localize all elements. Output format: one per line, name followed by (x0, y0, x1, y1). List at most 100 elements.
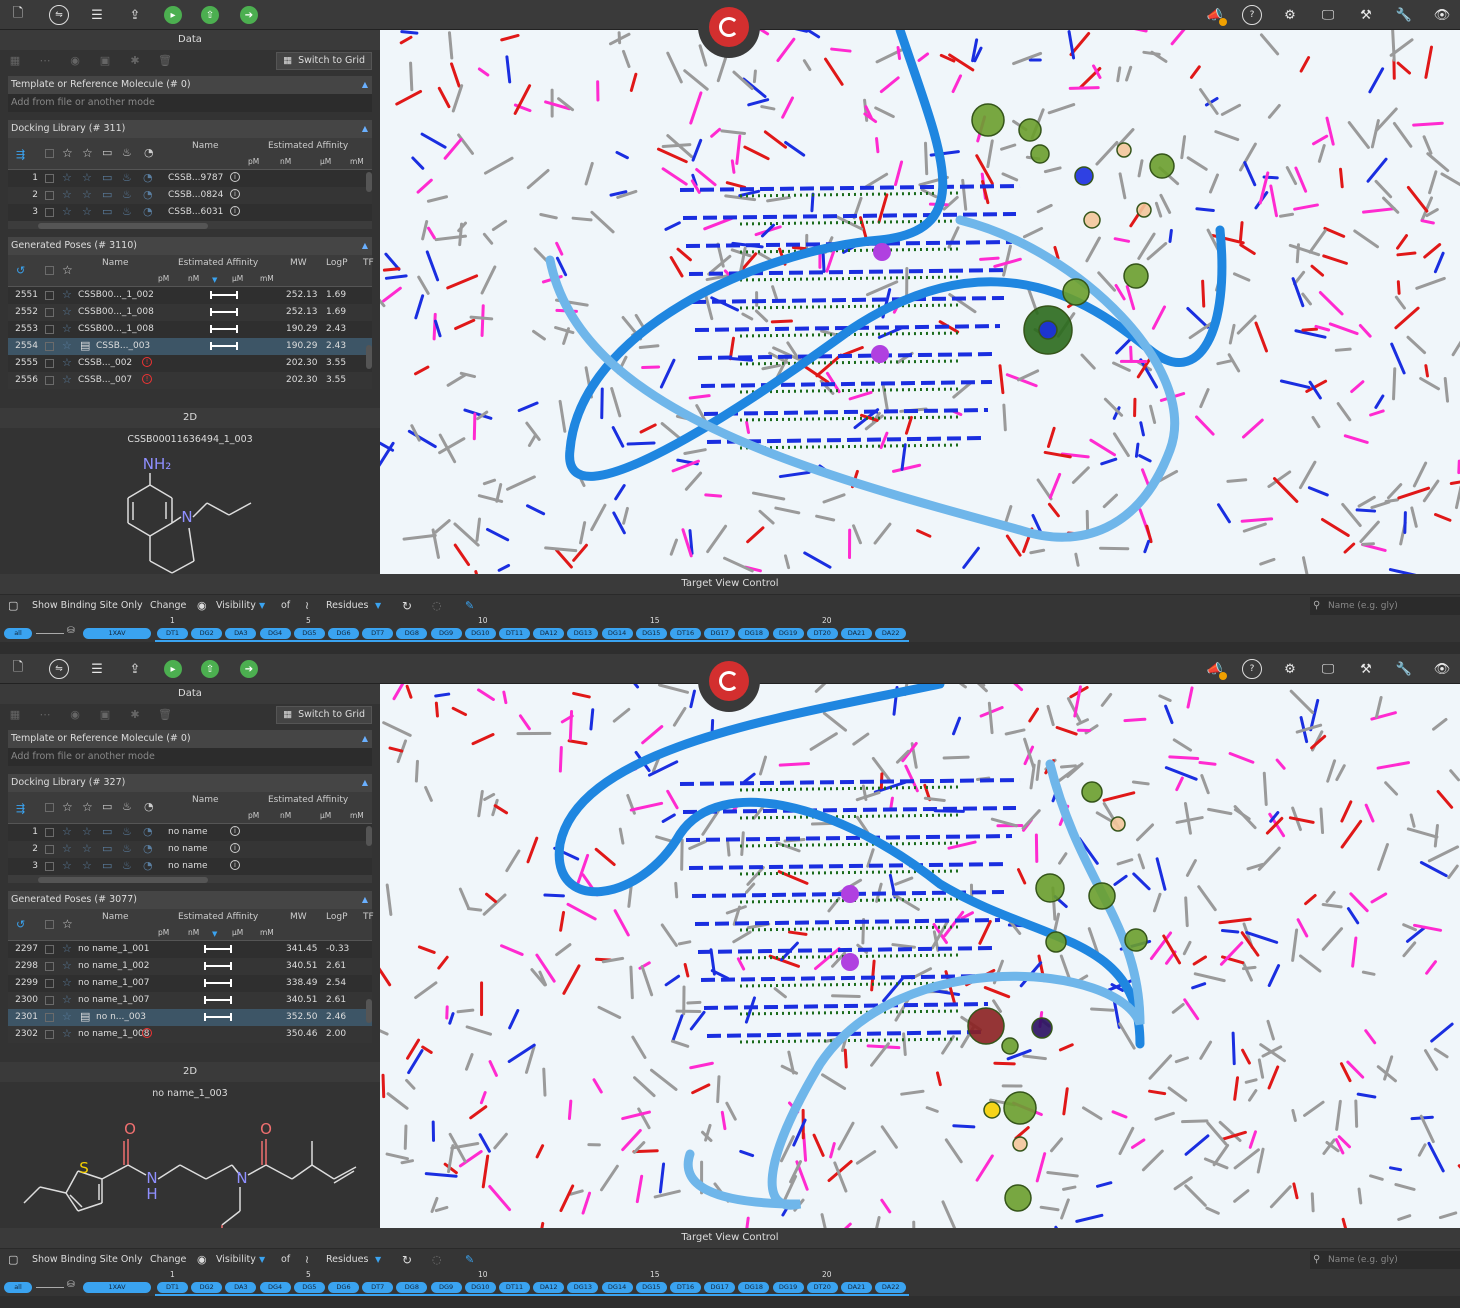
export-green-icon[interactable]: ⇧ (201, 660, 219, 678)
molecular-viewport[interactable] (380, 684, 1460, 1228)
document-icon[interactable]: 🗋 (8, 659, 28, 679)
row-checkbox[interactable] (45, 174, 54, 183)
pen-icon[interactable]: ✎ (465, 1252, 474, 1268)
star-icon[interactable]: ☆ (62, 959, 72, 972)
play-green-icon[interactable]: ▸ (164, 660, 182, 678)
sort-desc-icon[interactable]: ▼ (212, 276, 217, 284)
binding-site-icon[interactable]: ▢ (8, 598, 18, 614)
row-checkbox[interactable] (45, 376, 54, 385)
residues-dropdown[interactable]: Residues (326, 598, 368, 614)
refresh-icon[interactable]: ↻ (402, 1252, 412, 1268)
eye-settings-icon[interactable]: 👁 (1432, 5, 1452, 25)
pose-row[interactable]: 2297 ☆ no name_1_001 341.45 -0.33 (8, 941, 372, 958)
switch-to-grid-button[interactable]: ▦ Switch to Grid (276, 706, 372, 724)
residue-pill[interactable]: DT11 (499, 1282, 530, 1293)
col-affinity[interactable]: Estimated Affinity (268, 141, 348, 151)
collapse-icon[interactable]: ▲ (362, 774, 368, 792)
residue-pill[interactable]: DT16 (670, 1282, 701, 1293)
star-icon[interactable]: ☆ (62, 373, 72, 386)
comment-icon[interactable]: ▭ (102, 825, 112, 838)
star-icon[interactable]: ☆ (62, 1027, 72, 1040)
tools-icon[interactable]: ⚒ (1356, 659, 1376, 679)
col-logp[interactable]: LogP (326, 258, 348, 268)
sliders-icon[interactable]: ☰ (87, 5, 107, 25)
switch-to-grid-button[interactable]: ▦ Switch to Grid (276, 52, 372, 70)
residue-pill[interactable]: DG14 (601, 1282, 633, 1293)
col-mw[interactable]: MW (290, 258, 307, 268)
info-icon[interactable]: i (230, 826, 240, 836)
palette-icon[interactable]: ◔ (143, 825, 153, 838)
undo-icon[interactable]: ↺ (16, 264, 25, 277)
visibility-dropdown[interactable]: Visibility (216, 598, 256, 614)
template-title[interactable]: Template or Reference Molecule (# 0) ▲ (8, 730, 372, 748)
upload-icon[interactable]: ⇪ (125, 659, 145, 679)
info-icon[interactable]: i (230, 206, 240, 216)
row-checkbox[interactable] (45, 828, 54, 837)
all-residues-pill[interactable]: all (4, 628, 32, 639)
comment-icon[interactable]: ▭ (102, 205, 112, 218)
forward-green-icon[interactable]: ➔ (240, 660, 258, 678)
residue-pill[interactable]: DG2 (191, 1282, 223, 1293)
residue-pill[interactable]: DG10 (464, 628, 496, 639)
row-checkbox[interactable] (45, 1013, 54, 1022)
col-name[interactable]: Name (192, 795, 219, 805)
docking-row[interactable]: 1 ☆ ☆ ▭ ♨ ◔ CSSB...9787 i (8, 170, 372, 187)
pose-row[interactable]: 2554 ☆ ▤ CSSB..._003 190.29 2.43 (8, 338, 372, 355)
show-binding-site-button[interactable]: Show Binding Site Only (32, 1252, 143, 1268)
residue-pill[interactable]: DG18 (738, 1282, 770, 1293)
residues-dropdown[interactable]: Residues (326, 1252, 368, 1268)
pin-icon[interactable]: ☆ (62, 146, 73, 160)
star-icon[interactable]: ☆ (62, 305, 72, 318)
row-checkbox[interactable] (45, 359, 54, 368)
star-icon[interactable]: ☆ (62, 993, 72, 1006)
residue-pill[interactable]: DG6 (328, 628, 359, 639)
row-checkbox[interactable] (45, 862, 54, 871)
warning-icon[interactable]: ! (142, 357, 152, 367)
flame-icon[interactable]: ♨ (122, 146, 132, 159)
row-checkbox[interactable] (45, 1030, 54, 1039)
palette-icon[interactable]: ◔ (143, 171, 153, 184)
residue-pill[interactable]: DA22 (875, 628, 907, 639)
star-icon[interactable]: ☆ (82, 171, 92, 184)
docking-row[interactable]: 3 ☆ ☆ ▭ ♨ ◔ no name i (8, 858, 372, 875)
row-checkbox[interactable] (45, 845, 54, 854)
settings-icon[interactable]: ⚙ (1280, 5, 1300, 25)
residue-search-input[interactable]: Name (e.g. gly) (1310, 1251, 1460, 1269)
residue-pill[interactable]: DG18 (738, 628, 770, 639)
docking-row[interactable]: 3 ☆ ☆ ▭ ♨ ◔ CSSB...6031 i (8, 204, 372, 221)
wrench-icon[interactable]: 🔧 (1394, 659, 1414, 679)
poses-scrollbar[interactable] (366, 345, 372, 369)
comment-icon[interactable]: ▭ (102, 171, 112, 184)
residue-pill[interactable]: DT20 (806, 1282, 838, 1293)
collapse-icon[interactable]: ▲ (362, 237, 368, 255)
star-icon[interactable]: ☆ (62, 356, 72, 369)
docking-title[interactable]: Docking Library (# 327) ▲ (8, 774, 372, 792)
residue-pill[interactable]: DG9 (430, 628, 462, 639)
residue-pill[interactable]: DG8 (396, 628, 428, 639)
poses-scrollbar[interactable] (366, 999, 372, 1023)
flame-icon[interactable]: ♨ (122, 842, 132, 855)
export-green-icon[interactable]: ⇧ (201, 6, 219, 24)
star-icon[interactable]: ☆ (82, 205, 92, 218)
pin-icon[interactable]: ☆ (62, 188, 72, 201)
dna-icon[interactable]: ⇋ (49, 659, 69, 679)
residue-pill[interactable]: DT1 (157, 628, 188, 639)
palette-icon[interactable]: ◔ (144, 800, 154, 813)
chevron-down-icon[interactable]: ▼ (259, 598, 265, 614)
pose-row[interactable]: 2298 ☆ no name_1_002 340.51 2.61 (8, 958, 372, 975)
col-name[interactable]: Name (192, 141, 219, 151)
star-icon[interactable]: ☆ (82, 825, 92, 838)
announce-icon[interactable]: 📣 (1205, 659, 1227, 680)
template-add-field[interactable]: Add from file or another mode (8, 94, 372, 112)
residue-pill[interactable]: DA12 (533, 628, 565, 639)
residue-pill[interactable]: DG19 (772, 628, 804, 639)
residue-pill[interactable]: DA21 (841, 628, 872, 639)
template-add-field[interactable]: Add from file or another mode (8, 748, 372, 766)
flame-icon[interactable]: ♨ (122, 171, 132, 184)
pin-icon[interactable]: ☆ (62, 171, 72, 184)
col-extra[interactable]: TF (363, 912, 374, 922)
template-title[interactable]: Template or Reference Molecule (# 0) ▲ (8, 76, 372, 94)
chain-pill[interactable]: 1XAV (83, 1282, 151, 1293)
residue-pill[interactable]: DG13 (567, 628, 599, 639)
star-icon[interactable]: ☆ (62, 942, 72, 955)
